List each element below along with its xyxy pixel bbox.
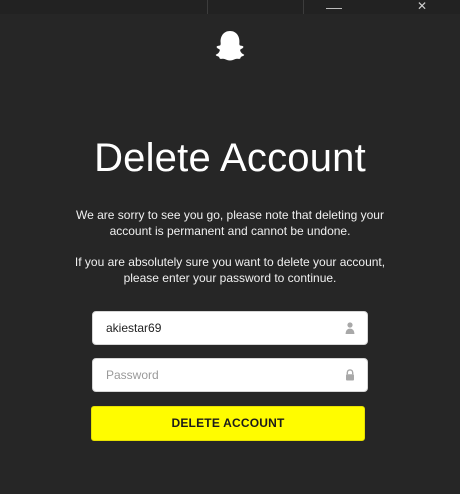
warning-paragraph: We are sorry to see you go, please note …	[76, 208, 384, 238]
browser-chrome-remnant: ✕	[0, 0, 460, 14]
minimize-icon[interactable]	[326, 8, 342, 9]
username-value: akiestar69	[106, 321, 162, 335]
delete-account-button[interactable]: DELETE ACCOUNT	[91, 406, 365, 441]
close-icon[interactable]: ✕	[413, 0, 431, 12]
username-field[interactable]: akiestar69	[92, 311, 368, 345]
user-icon	[345, 322, 355, 334]
page-title: Delete Account	[94, 136, 366, 180]
instruction-paragraph: If you are absolutely sure you want to d…	[74, 255, 386, 285]
chrome-divider	[207, 0, 208, 14]
password-placeholder: Password	[106, 368, 159, 382]
lock-icon	[346, 369, 354, 381]
chrome-divider	[303, 0, 304, 14]
password-field[interactable]: Password	[92, 358, 368, 392]
ghost-icon	[215, 31, 245, 61]
